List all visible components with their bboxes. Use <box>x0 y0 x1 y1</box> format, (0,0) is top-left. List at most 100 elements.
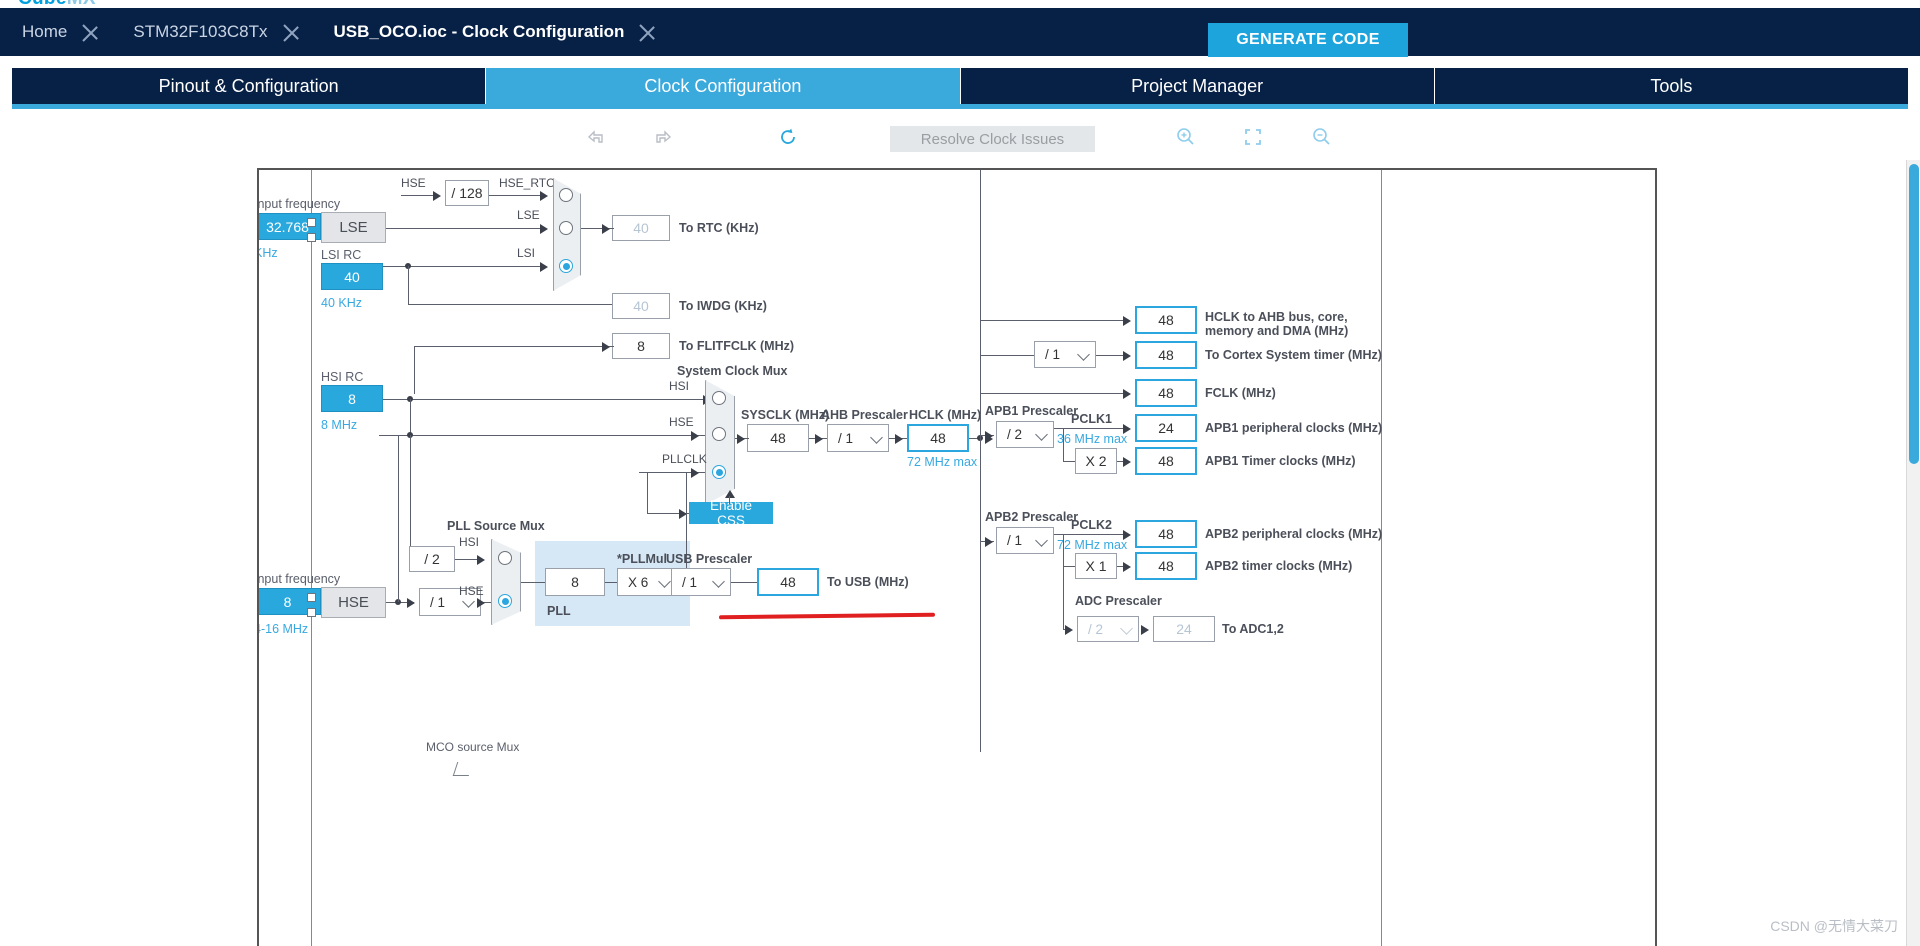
breadcrumb-item-device[interactable]: STM32F103C8Tx <box>107 8 281 56</box>
enable-css-button[interactable]: Enable CSS <box>689 498 773 528</box>
adc-value: 24 <box>1153 616 1215 642</box>
apb2-max-label: 72 MHz max <box>1057 538 1128 552</box>
chevron-down-icon <box>712 575 725 588</box>
apb2-timer-label: APB2 timer clocks (MHz) <box>1205 559 1353 573</box>
adc-prescaler-select[interactable]: / 2 <box>1077 616 1139 642</box>
hse-port-in <box>307 593 316 602</box>
breadcrumb-item-home[interactable]: Home <box>0 8 81 56</box>
hse-rtc-in-label: HSE <box>401 176 426 190</box>
to-iwdg-value: 40 <box>612 293 670 319</box>
hclk-title: HCLK (MHz) <box>909 408 982 422</box>
pllmul-select[interactable]: X 6 <box>617 568 677 596</box>
ahb-prescaler-select[interactable]: / 1 <box>827 424 889 452</box>
tab-pinout-configuration[interactable]: Pinout & Configuration <box>12 68 487 104</box>
apb1-timer-value: 48 <box>1135 447 1197 475</box>
rtc-mux-lsi-label: LSI <box>517 246 536 260</box>
resolve-clock-issues-button[interactable]: Resolve Clock Issues <box>890 126 1095 152</box>
pll-mux-option-hsi[interactable] <box>498 551 512 565</box>
adc-prescaler-value: / 2 <box>1088 621 1104 637</box>
sys-mux-option-hse[interactable] <box>712 427 726 441</box>
vertical-scrollbar-thumb[interactable] <box>1909 164 1919 464</box>
redo-icon[interactable] <box>650 124 676 150</box>
rtc-mux-option-hse-rtc[interactable] <box>559 188 573 202</box>
sys-mux-option-hsi[interactable] <box>712 391 726 405</box>
fclk-value: 48 <box>1135 379 1197 407</box>
usb-prescaler-select[interactable]: / 1 <box>671 568 731 596</box>
canvas-divider-left <box>311 170 312 946</box>
hsi-rc-field[interactable]: 8 <box>321 385 383 412</box>
breadcrumb-item-file[interactable]: USB_OCO.ioc - Clock Configuration <box>308 8 639 56</box>
hse-unit-label: 4-16 MHz <box>257 622 309 636</box>
adc-prescaler-title: ADC Prescaler <box>1075 594 1162 608</box>
apb1-max-label: 36 MHz max <box>1057 432 1128 446</box>
fit-to-screen-icon[interactable] <box>1240 124 1266 150</box>
system-clock-mux-title: System Clock Mux <box>677 364 788 378</box>
usb-label: To USB (MHz) <box>827 575 909 589</box>
clock-diagram-canvas[interactable]: Input frequency 32.768 KHz LSE HSE / 128… <box>257 168 1657 946</box>
apb2-peripheral-label: APB2 peripheral clocks (MHz) <box>1205 527 1383 541</box>
sys-mux-pllclk-label: PLLCLK <box>662 452 707 466</box>
chevron-down-icon <box>1035 427 1048 441</box>
usb-value: 48 <box>757 568 819 596</box>
tab-tools[interactable]: Tools <box>1434 68 1908 104</box>
lse-unit-label: KHz <box>259 246 278 260</box>
fclk-label: FCLK (MHz) <box>1205 386 1276 400</box>
logo-strip: CubeMX <box>0 0 1920 9</box>
ahb-prescaler-value: / 1 <box>838 430 854 446</box>
rtc-mux-lse-label: LSE <box>517 208 540 222</box>
apb2-timer-multiplier: X 1 <box>1075 553 1117 579</box>
hse-divider-value: / 1 <box>430 594 446 610</box>
hclk-ahb-label: HCLK to AHB bus, core, memory and DMA (M… <box>1205 310 1349 338</box>
reset-icon[interactable] <box>775 124 801 150</box>
tabbar-underline <box>12 104 1908 109</box>
undo-icon[interactable] <box>583 124 609 150</box>
chevron-down-icon <box>870 431 883 444</box>
breadcrumb: Home STM32F103C8Tx USB_OCO.ioc - Clock C… <box>0 8 1920 57</box>
cortex-timer-prescaler-value: / 1 <box>1045 347 1061 362</box>
hse-input-frequency-label: Input frequency <box>257 572 341 586</box>
pllmul-value: X 6 <box>628 574 649 590</box>
to-flitfclk-label: To FLITFCLK (MHz) <box>679 339 795 353</box>
sys-mux-hse-label: HSE <box>669 415 694 429</box>
lsi-rc-title: LSI RC <box>321 248 362 262</box>
breadcrumb-separator-icon <box>638 8 664 56</box>
mco-mux-shape <box>452 762 474 776</box>
pll-mux-option-hse[interactable] <box>498 594 512 608</box>
zoom-out-icon[interactable] <box>1308 124 1334 150</box>
tab-project-manager[interactable]: Project Manager <box>960 68 1435 104</box>
lsi-rc-field[interactable]: 40 <box>321 263 383 290</box>
apb2-prescaler-select[interactable]: / 1 <box>996 527 1054 554</box>
hclk-value: 48 <box>907 424 969 452</box>
sys-mux-option-pllclk[interactable] <box>712 465 726 479</box>
to-iwdg-label: To IWDG (KHz) <box>679 299 767 313</box>
apb1-timer-label: APB1 Timer clocks (MHz) <box>1205 454 1356 468</box>
pll-mux-hsi-label: HSI <box>459 535 480 549</box>
apb2-peripheral-value: 48 <box>1135 520 1197 548</box>
apb1-peripheral-value: 24 <box>1135 414 1197 442</box>
pll-input-value: 8 <box>545 568 605 596</box>
rtc-mux-option-lse[interactable] <box>559 221 573 235</box>
apb1-prescaler-select[interactable]: / 2 <box>996 421 1054 448</box>
hclk-ahb-value: 48 <box>1135 306 1197 334</box>
cortex-timer-prescaler-select[interactable]: / 1 <box>1034 341 1096 368</box>
generate-code-button[interactable]: GENERATE CODE <box>1208 23 1408 57</box>
hclk-max-label: 72 MHz max <box>907 455 978 469</box>
to-rtc-label: To RTC (KHz) <box>679 221 759 235</box>
tab-clock-configuration[interactable]: Clock Configuration <box>486 68 961 104</box>
rtc-mux-option-lsi[interactable] <box>559 259 573 273</box>
pll-mux-hse-label: HSE <box>459 584 484 598</box>
apb2-prescaler-value: / 1 <box>1007 533 1023 548</box>
lse-input-frequency-label: Input frequency <box>257 197 341 211</box>
vertical-scrollbar[interactable] <box>1906 160 1920 946</box>
breadcrumb-separator-icon <box>282 8 308 56</box>
pclk1-label: PCLK1 <box>1071 412 1112 426</box>
main-tabbar: Pinout & Configuration Clock Configurati… <box>12 68 1908 104</box>
apb1-peripheral-label: APB1 peripheral clocks (MHz) <box>1205 421 1383 435</box>
zoom-in-icon[interactable] <box>1172 124 1198 150</box>
breadcrumb-separator-icon <box>81 8 107 56</box>
watermark: CSDN @无情大菜刀 <box>1770 918 1898 934</box>
lsi-rc-unit: 40 KHz <box>321 296 362 310</box>
usb-prescaler-title: USB Prescaler <box>666 552 753 566</box>
red-annotation-underline <box>718 612 936 620</box>
chevron-down-icon <box>658 575 671 588</box>
